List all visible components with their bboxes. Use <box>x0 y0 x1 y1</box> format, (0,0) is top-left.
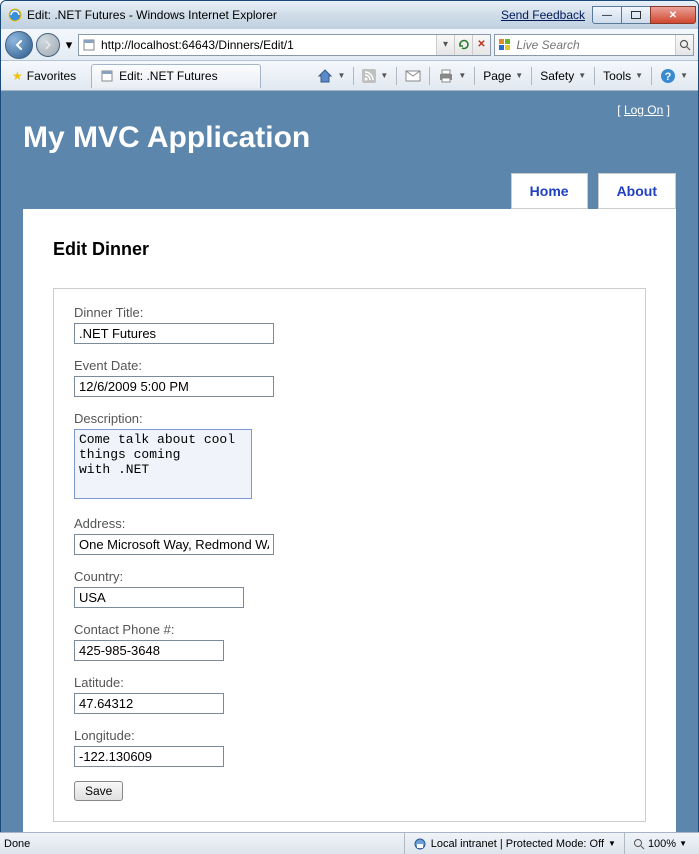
input-phone[interactable] <box>74 640 224 661</box>
star-icon: ★ <box>12 69 23 83</box>
refresh-button[interactable] <box>454 35 472 55</box>
close-button[interactable]: ✕ <box>650 6 696 24</box>
nav-home[interactable]: Home <box>511 173 588 209</box>
mail-icon <box>405 70 421 82</box>
content-pane: Edit Dinner Dinner Title: Event Date: De… <box>23 209 676 833</box>
window-controls: — ✕ <box>593 6 696 24</box>
nav-tabs: Home About <box>23 173 676 209</box>
logon-link[interactable]: Log On <box>624 103 663 117</box>
window-title: Edit: .NET Futures - Windows Internet Ex… <box>27 8 501 22</box>
security-zone[interactable]: Local intranet | Protected Mode: Off ▼ <box>404 833 624 854</box>
address-bar: ▾ ✕ <box>78 34 491 56</box>
input-title[interactable] <box>74 323 274 344</box>
home-button[interactable]: ▼ <box>311 65 351 87</box>
viewport[interactable]: [ Log On ] My MVC Application Home About… <box>1 91 698 833</box>
label-lon: Longitude: <box>74 728 625 743</box>
tab-favicon <box>100 69 114 83</box>
input-country[interactable] <box>74 587 244 608</box>
print-icon <box>438 69 454 83</box>
stop-button[interactable]: ✕ <box>472 35 490 55</box>
maximize-button[interactable] <box>621 6 651 24</box>
send-feedback-link[interactable]: Send Feedback <box>501 8 585 22</box>
label-phone: Contact Phone #: <box>74 622 625 637</box>
forward-button[interactable] <box>36 33 60 57</box>
save-button[interactable]: Save <box>74 781 123 801</box>
page-menu[interactable]: Page▼ <box>477 66 529 86</box>
command-bar: ★ Favorites Edit: .NET Futures ▼ ▼ ▼ Pag… <box>1 61 698 91</box>
label-date: Event Date: <box>74 358 625 373</box>
label-desc: Description: <box>74 411 625 426</box>
zone-icon <box>413 837 427 851</box>
zoom-control[interactable]: 100% ▼ <box>624 833 695 854</box>
favorites-label: Favorites <box>27 69 76 83</box>
rss-icon <box>362 69 376 83</box>
address-dropdown[interactable]: ▾ <box>436 35 454 55</box>
browser-tab[interactable]: Edit: .NET Futures <box>91 64 261 88</box>
label-lat: Latitude: <box>74 675 625 690</box>
status-bar: Done Local intranet | Protected Mode: Of… <box>0 832 699 854</box>
live-search-icon <box>495 35 514 55</box>
input-lat[interactable] <box>74 693 224 714</box>
input-date[interactable] <box>74 376 274 397</box>
navigation-bar: ▾ ▾ ✕ <box>1 29 698 61</box>
nav-about[interactable]: About <box>598 173 676 209</box>
zoom-icon <box>633 838 645 850</box>
address-input[interactable] <box>99 35 436 55</box>
input-lon[interactable] <box>74 746 224 767</box>
print-button[interactable]: ▼ <box>432 66 472 86</box>
help-icon: ? <box>660 68 676 84</box>
tools-menu[interactable]: Tools▼ <box>597 66 649 86</box>
search-button[interactable] <box>675 35 693 55</box>
page-heading: Edit Dinner <box>53 239 646 260</box>
window-titlebar: Edit: .NET Futures - Windows Internet Ex… <box>1 1 698 29</box>
home-icon <box>317 68 333 84</box>
search-box <box>494 34 694 56</box>
ie-favicon <box>7 7 23 23</box>
help-button[interactable]: ?▼ <box>654 65 694 87</box>
input-address[interactable] <box>74 534 274 555</box>
feeds-button[interactable]: ▼ <box>356 66 394 86</box>
label-address: Address: <box>74 516 625 531</box>
safety-menu[interactable]: Safety▼ <box>534 66 592 86</box>
logon-row: [ Log On ] <box>23 99 676 119</box>
minimize-button[interactable]: — <box>592 6 622 24</box>
label-country: Country: <box>74 569 625 584</box>
tab-title: Edit: .NET Futures <box>119 69 217 83</box>
svg-text:?: ? <box>665 71 672 83</box>
search-input[interactable] <box>514 35 675 55</box>
history-dropdown[interactable]: ▾ <box>63 33 75 57</box>
status-text: Done <box>4 838 30 850</box>
favorites-button[interactable]: ★ Favorites <box>5 66 83 86</box>
mail-button[interactable] <box>399 67 427 85</box>
app-title: My MVC Application <box>23 121 676 155</box>
edit-form: Dinner Title: Event Date: Description: A… <box>53 288 646 822</box>
label-title: Dinner Title: <box>74 305 625 320</box>
input-desc[interactable] <box>74 429 252 499</box>
back-button[interactable] <box>5 31 33 59</box>
page-content: [ Log On ] My MVC Application Home About… <box>1 91 698 833</box>
page-favicon <box>79 35 99 55</box>
